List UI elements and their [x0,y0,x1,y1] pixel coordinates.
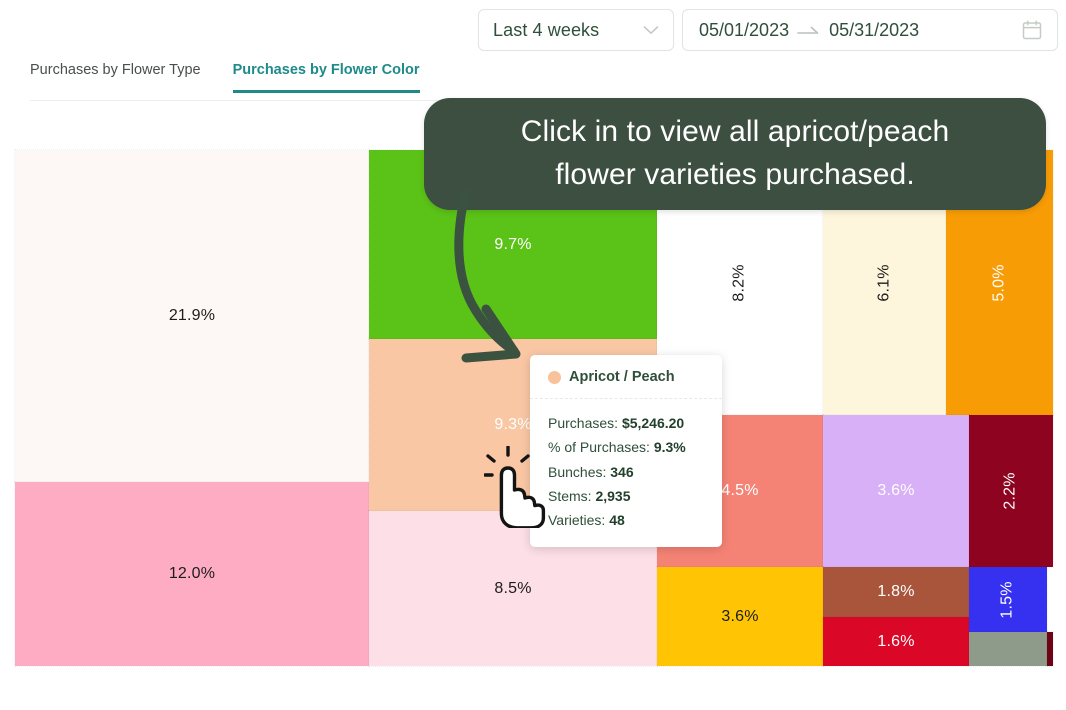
tooltip-row-label: Purchases: [548,415,619,431]
tab-purchases-by-flower-type[interactable]: Purchases by Flower Type [30,62,201,93]
date-range-select[interactable]: Last 4 weeks [478,9,674,51]
treemap-cell[interactable]: 3.6% [822,414,970,568]
treemap-cell-label: 12.0% [168,565,216,582]
treemap-cell-label: 1.8% [877,583,915,600]
callout-line-1: Click in to view all apricot/peach [520,115,950,149]
start-date-input[interactable]: 05/01/2023 [699,20,789,41]
treemap-cell-label: 1.6% [877,632,915,650]
tooltip-row: Varieties: 48 [548,508,706,532]
arrow-right-icon [789,24,829,36]
treemap-cell-label: 21.9% [168,307,216,324]
tooltip-row-label: % of Purchases: [548,439,650,456]
callout-bubble: Click in to view all apricot/peach flowe… [424,98,1046,210]
end-date-input[interactable]: 05/31/2023 [829,20,919,41]
tooltip-row-label: Bunches: [548,463,607,480]
treemap-cell[interactable]: 3.6% [656,566,824,667]
treemap-cell[interactable] [1046,631,1054,667]
treemap-cell-label: 8.5% [494,579,532,597]
tooltip-row: % of Purchases: 9.3% [548,435,706,459]
tab-purchases-by-flower-color[interactable]: Purchases by Flower Color [232,62,420,93]
tooltip-row-value: 2,935 [595,488,631,505]
treemap-cell-label: 9.3% [494,416,532,433]
treemap-cell[interactable]: 1.5% [968,566,1048,633]
treemap-cell[interactable]: 1.8% [822,566,970,618]
tooltip-row: Stems: 2,935 [548,484,706,508]
calendar-icon[interactable] [1021,19,1043,41]
treemap-cell[interactable]: 21.9% [14,149,370,483]
treemap-cell-label: 1.5% [999,580,1016,619]
chevron-down-icon [643,25,659,35]
tab-bar-divider [30,100,440,101]
date-controls: Last 4 weeks 05/01/2023 05/31/2023 [478,9,1058,51]
tooltip-title: Apricot / Peach [569,369,675,385]
treemap-cell-label: 8.2% [731,263,748,302]
tooltip-row-value: 346 [610,463,634,480]
tooltip-row-value: 9.3% [653,439,686,456]
treemap-cell-label: 5.0% [990,263,1008,302]
date-range-value: Last 4 weeks [493,19,600,40]
tooltip-row: Bunches: 346 [548,460,706,484]
date-range-inputs[interactable]: 05/01/2023 05/31/2023 [682,9,1058,51]
treemap-cell[interactable]: 1.6% [822,616,970,667]
treemap-cell-label: 9.7% [494,235,532,253]
treemap-cell-label: 4.5% [721,482,759,499]
chart-page: Last 4 weeks 05/01/2023 05/31/2023 Purch… [0,0,1066,710]
tooltip-row-value: $5,246.20 [621,415,685,431]
tab-bar: Purchases by Flower Type Purchases by Fl… [30,62,420,93]
treemap-cell[interactable]: 2.2% [968,414,1054,568]
tooltip-row: Purchases: $5,246.20 [548,411,706,435]
tooltip-row-label: Stems: [548,488,592,505]
treemap-cell[interactable] [968,631,1048,667]
tooltip-row-value: 48 [609,512,625,529]
treemap-cell-label: 3.6% [721,607,759,625]
callout-line-2: flower varieties purchased. [555,158,915,191]
treemap-cell-label: 2.2% [1002,472,1019,510]
treemap-cell[interactable]: 12.0% [14,481,370,667]
tooltip-body: Purchases: $5,246.20% of Purchases: 9.3%… [530,399,722,547]
treemap-cell-label: 6.1% [875,263,893,302]
series-color-dot [548,370,561,384]
tooltip-header: Apricot / Peach [530,355,722,399]
treemap-cell-label: 3.6% [877,482,915,499]
tooltip-row-label: Varieties: [548,512,606,529]
data-tooltip: Apricot / Peach Purchases: $5,246.20% of… [530,355,722,547]
